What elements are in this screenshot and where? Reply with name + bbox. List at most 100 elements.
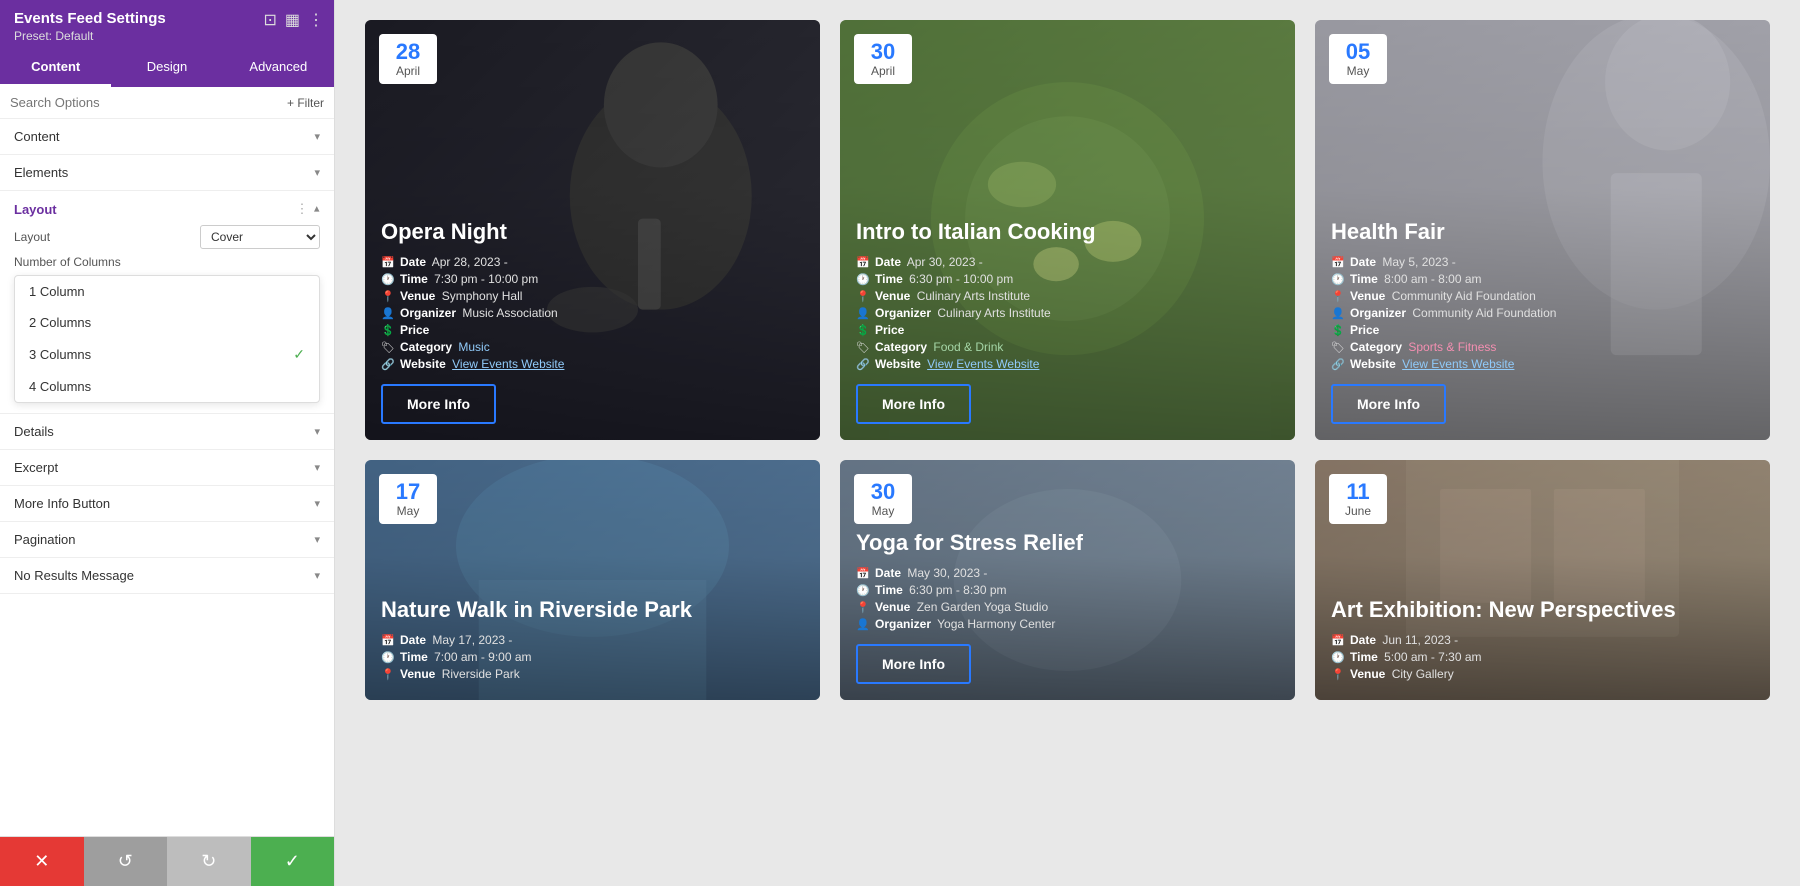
event-4-day: 17: [389, 480, 427, 504]
website-icon: 🔗: [381, 358, 395, 371]
clock-icon-2: 🕐: [856, 273, 870, 286]
category-icon: 🏷: [381, 341, 395, 354]
redo-button[interactable]: ↻: [167, 837, 251, 886]
section-pagination-label: Pagination: [14, 532, 75, 547]
layout-section-header[interactable]: Layout ⋮ ▾: [14, 201, 320, 217]
event-3-time: 🕐 Time 8:00 am - 8:00 am: [1331, 272, 1754, 286]
more-options-icon[interactable]: ⋮: [308, 10, 324, 30]
organizer-icon-5: 👤: [856, 618, 870, 631]
event-4-venue: 📍 Venue Riverside Park: [381, 667, 804, 681]
event-card-2: 30 April Intro to Italian Cooking 📅 Date…: [840, 20, 1295, 440]
event-3-day: 05: [1339, 40, 1377, 64]
search-bar: + Filter: [0, 87, 334, 119]
event-3-month: May: [1339, 64, 1377, 78]
calendar-icon-3: 📅: [1331, 256, 1345, 269]
columns-dropdown: 1 Column 2 Columns 3 Columns ✓ 4 Columns: [14, 275, 320, 403]
location-icon-5: 📍: [856, 601, 870, 614]
column-option-2[interactable]: 2 Columns: [15, 307, 319, 338]
clock-icon-3: 🕐: [1331, 273, 1345, 286]
column-option-1[interactable]: 1 Column: [15, 276, 319, 307]
section-layout: Layout ⋮ ▾ Layout Cover List Grid Number…: [0, 191, 334, 414]
events-grid: 28 April Opera Night 📅 Date Apr 28, 2023…: [365, 20, 1770, 700]
section-content[interactable]: Content ▾: [0, 119, 334, 155]
event-5-organizer: 👤 Organizer Yoga Harmony Center: [856, 617, 1279, 631]
event-2-date: 📅 Date Apr 30, 2023 -: [856, 255, 1279, 269]
section-no-results[interactable]: No Results Message ▾: [0, 558, 334, 594]
column-2-label: 2 Columns: [29, 315, 91, 330]
search-input[interactable]: [10, 95, 281, 110]
organizer-icon-3: 👤: [1331, 307, 1345, 320]
event-5-title: Yoga for Stress Relief: [856, 530, 1279, 556]
cancel-button[interactable]: ✕: [0, 837, 84, 886]
event-1-time: 🕐 Time 7:30 pm - 10:00 pm: [381, 272, 804, 286]
event-1-price: 💲 Price: [381, 323, 804, 337]
section-pagination[interactable]: Pagination ▾: [0, 522, 334, 558]
website-icon-2: 🔗: [856, 358, 870, 371]
reset-button[interactable]: ↺: [84, 837, 168, 886]
calendar-icon-5: 📅: [856, 567, 870, 580]
event-6-month: June: [1339, 504, 1377, 518]
event-3-organizer: 👤 Organizer Community Aid Foundation: [1331, 306, 1754, 320]
resize-icon[interactable]: ⊡: [263, 10, 276, 30]
layout-label: Layout: [14, 230, 50, 244]
location-icon-2: 📍: [856, 290, 870, 303]
column-option-3[interactable]: 3 Columns ✓: [15, 338, 319, 371]
sidebar-preset[interactable]: Preset: Default: [14, 29, 320, 43]
event-3-content: Health Fair 📅 Date May 5, 2023 - 🕐 Time …: [1315, 203, 1770, 440]
section-excerpt-label: Excerpt: [14, 460, 58, 475]
section-elements[interactable]: Elements ▾: [0, 155, 334, 191]
event-6-content: Art Exhibition: New Perspectives 📅 Date …: [1315, 581, 1770, 700]
chevron-layout[interactable]: ▾: [314, 203, 320, 216]
event-5-month: May: [864, 504, 902, 518]
section-more-info[interactable]: More Info Button ▾: [0, 486, 334, 522]
clock-icon: 🕐: [381, 273, 395, 286]
layout-options-icon[interactable]: ⋮: [295, 201, 308, 217]
tab-content[interactable]: Content: [0, 49, 111, 87]
layout-header-icons: ⋮ ▾: [295, 201, 320, 217]
event-3-price: 💲 Price: [1331, 323, 1754, 337]
event-card-1: 28 April Opera Night 📅 Date Apr 28, 2023…: [365, 20, 820, 440]
event-5-content: Yoga for Stress Relief 📅 Date May 30, 20…: [840, 514, 1295, 700]
event-2-month: April: [864, 64, 902, 78]
more-info-button-5[interactable]: More Info: [856, 644, 971, 684]
main-content: 28 April Opera Night 📅 Date Apr 28, 2023…: [335, 0, 1800, 886]
event-3-date: 📅 Date May 5, 2023 -: [1331, 255, 1754, 269]
date-badge-6: 11 June: [1329, 474, 1387, 524]
event-5-time: 🕐 Time 6:30 pm - 8:30 pm: [856, 583, 1279, 597]
event-1-venue: 📍 Venue Symphony Hall: [381, 289, 804, 303]
event-5-venue: 📍 Venue Zen Garden Yoga Studio: [856, 600, 1279, 614]
event-3-website: 🔗 Website View Events Website: [1331, 357, 1754, 371]
event-4-title: Nature Walk in Riverside Park: [381, 597, 804, 623]
layout-select[interactable]: Cover List Grid: [200, 225, 320, 249]
chevron-pagination: ▾: [314, 533, 320, 546]
section-details[interactable]: Details ▾: [0, 414, 334, 450]
tab-design[interactable]: Design: [111, 49, 222, 87]
more-info-button-3[interactable]: More Info: [1331, 384, 1446, 424]
more-info-button-2[interactable]: More Info: [856, 384, 971, 424]
calendar-icon-4: 📅: [381, 634, 395, 647]
event-5-date: 📅 Date May 30, 2023 -: [856, 566, 1279, 580]
event-5-day: 30: [864, 480, 902, 504]
section-excerpt[interactable]: Excerpt ▾: [0, 450, 334, 486]
location-icon-3: 📍: [1331, 290, 1345, 303]
calendar-icon: 📅: [381, 256, 395, 269]
column-1-label: 1 Column: [29, 284, 85, 299]
event-1-category: 🏷 Category Music: [381, 340, 804, 354]
column-option-4[interactable]: 4 Columns: [15, 371, 319, 402]
layout-icon[interactable]: ▦: [285, 10, 300, 30]
sidebar-header-icons: ⊡ ▦ ⋮: [263, 10, 324, 30]
tab-advanced[interactable]: Advanced: [223, 49, 334, 87]
section-no-results-label: No Results Message: [14, 568, 134, 583]
filter-button[interactable]: + Filter: [287, 96, 324, 110]
event-6-venue: 📍 Venue City Gallery: [1331, 667, 1754, 681]
event-4-month: May: [389, 504, 427, 518]
clock-icon-5: 🕐: [856, 584, 870, 597]
price-icon-2: 💲: [856, 324, 870, 337]
event-3-category: 🏷 Category Sports & Fitness: [1331, 340, 1754, 354]
category-icon-2: 🏷: [856, 341, 870, 354]
more-info-button-1[interactable]: More Info: [381, 384, 496, 424]
calendar-icon-6: 📅: [1331, 634, 1345, 647]
event-1-website: 🔗 Website View Events Website: [381, 357, 804, 371]
selected-check-icon: ✓: [293, 346, 305, 363]
save-button[interactable]: ✓: [251, 837, 335, 886]
